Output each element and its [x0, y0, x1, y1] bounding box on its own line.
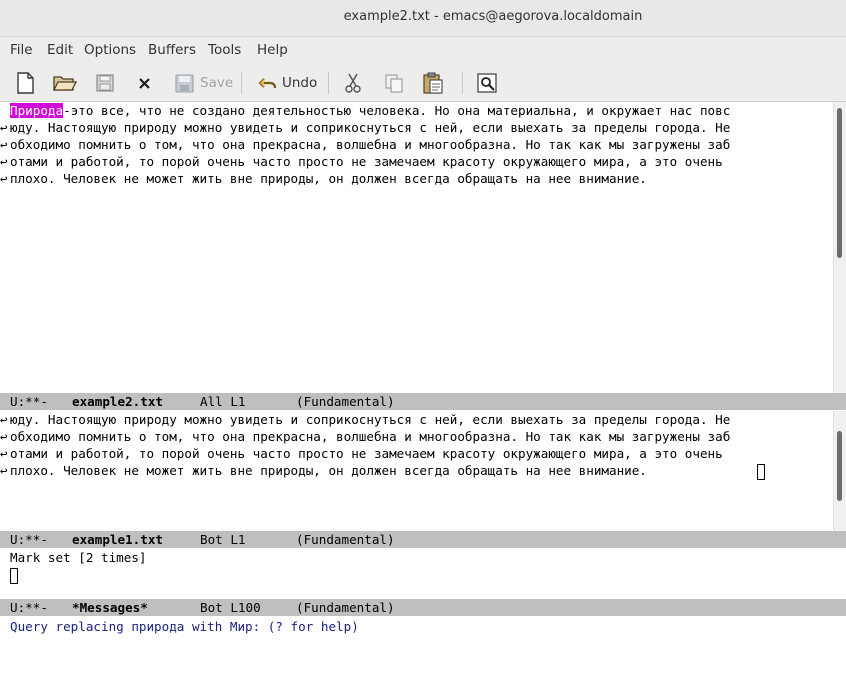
undo-label: Undo [282, 75, 318, 91]
open-folder-icon [52, 71, 78, 95]
window-title: example2.txt - emacs@aegorova.localdomai… [343, 9, 643, 24]
text-line: обходимо помнить о том, что она прекрасн… [10, 137, 731, 152]
new-file-button[interactable] [14, 70, 36, 96]
close-buffer-button[interactable] [136, 70, 154, 96]
modeline-mode[interactable]: (Fundamental) [296, 599, 395, 616]
window-titlebar: example2.txt - emacs@aegorova.localdomai… [0, 0, 846, 37]
copy-icon [383, 71, 405, 95]
scrollbar-thumb[interactable] [837, 431, 842, 501]
modeline-position: Bot L1 [200, 532, 246, 547]
menu-buffers[interactable]: Buffers [148, 42, 196, 58]
continuation-arrow-icon: ↩ [0, 137, 8, 152]
modeline-position: All L1 [200, 394, 246, 409]
continuation-arrow-icon: ↩ [0, 120, 8, 135]
modeline-top: U:**- example2.txt All L1 (Fundamental) [0, 393, 846, 410]
modeline-buffer-name[interactable]: example2.txt [72, 393, 163, 410]
close-x-icon [136, 71, 154, 95]
text-cursor [10, 568, 18, 584]
toolbar: Save Undo [0, 63, 846, 102]
save-icon [174, 71, 196, 95]
toolbar-separator [241, 72, 242, 94]
scrollbar-thumb[interactable] [837, 108, 842, 258]
menu-bar: File Edit Options Buffers Tools Help [0, 37, 846, 63]
modeline-position: Bot L100 [200, 600, 261, 615]
menu-file[interactable]: File [10, 42, 33, 58]
text-line: обходимо помнить о том, что она прекрасн… [10, 429, 731, 444]
open-file-button[interactable] [52, 70, 78, 96]
scrollbar-top[interactable] [833, 102, 846, 393]
modeline-bottom: U:**- example1.txt Bot L1 (Fundamental) [0, 531, 846, 548]
menu-edit[interactable]: Edit [47, 42, 73, 58]
toolbar-separator [328, 72, 329, 94]
save-disk-icon [94, 71, 116, 95]
text-line: юду. Настоящую природу можно увидеть и с… [10, 120, 731, 135]
save-button[interactable]: Save [174, 70, 233, 96]
paste-icon [421, 71, 445, 95]
text-line: плохо. Человек не может жить вне природы… [10, 463, 647, 478]
copy-button[interactable] [383, 70, 405, 96]
text-cursor [757, 464, 765, 480]
continuation-arrow-icon: ↩ [0, 412, 8, 427]
search-icon [476, 71, 500, 95]
text-line: юду. Настоящую природу можно увидеть и с… [10, 412, 731, 427]
minibuffer-prompt: Query replacing природа with Мир: (? for… [10, 619, 359, 634]
new-file-icon [14, 71, 36, 95]
menu-help[interactable]: Help [257, 42, 288, 58]
continuation-arrow-icon: ↩ [0, 463, 8, 478]
search-button[interactable] [476, 70, 500, 96]
text-line: плохо. Человек не может жить вне природы… [10, 171, 647, 186]
continuation-arrow-icon: ↩ [0, 171, 8, 186]
minibuffer[interactable]: Query replacing природа with Мир: (? for… [0, 617, 846, 640]
modeline-messages: U:**- *Messages* Bot L100 (Fundamental) [0, 599, 846, 616]
menu-tools[interactable]: Tools [208, 42, 241, 58]
text-line: отами и работой, то порой очень часто пр… [10, 446, 731, 461]
text-line: отами и работой, то порой очень часто пр… [10, 154, 731, 169]
search-match-highlight: Природа [10, 103, 64, 118]
modeline-status: U:**- [10, 600, 48, 615]
modeline-buffer-name[interactable]: example1.txt [72, 531, 163, 548]
continuation-arrow-icon: ↩ [0, 154, 8, 169]
paste-button[interactable] [421, 70, 445, 96]
messages-window[interactable]: Mark set [2 times] [0, 548, 846, 599]
continuation-arrow-icon: ↩ [0, 446, 8, 461]
undo-arrow-icon [258, 71, 278, 95]
modeline-buffer-name[interactable]: *Messages* [72, 599, 148, 616]
save-disk-button[interactable] [94, 70, 116, 96]
toolbar-separator [462, 72, 463, 94]
text-line: Природа-это все, что не создано деятельн… [10, 103, 731, 118]
message-line: Mark set [2 times] [10, 550, 147, 565]
editor-window-top[interactable]: Природа-это все, что не создано деятельн… [0, 102, 834, 393]
scissors-icon [343, 71, 363, 95]
scrollbar-bottom[interactable] [833, 411, 846, 531]
modeline-status: U:**- [10, 532, 48, 547]
save-label: Save [200, 75, 234, 91]
modeline-mode[interactable]: (Fundamental) [296, 531, 395, 548]
continuation-arrow-icon: ↩ [0, 429, 8, 444]
modeline-mode[interactable]: (Fundamental) [296, 393, 395, 410]
editor-window-bottom[interactable]: ↩ юду. Настоящую природу можно увидеть и… [0, 411, 834, 531]
modeline-status: U:**- [10, 394, 48, 409]
undo-button[interactable]: Undo [258, 70, 317, 96]
menu-options[interactable]: Options [84, 42, 136, 58]
cut-button[interactable] [343, 70, 363, 96]
